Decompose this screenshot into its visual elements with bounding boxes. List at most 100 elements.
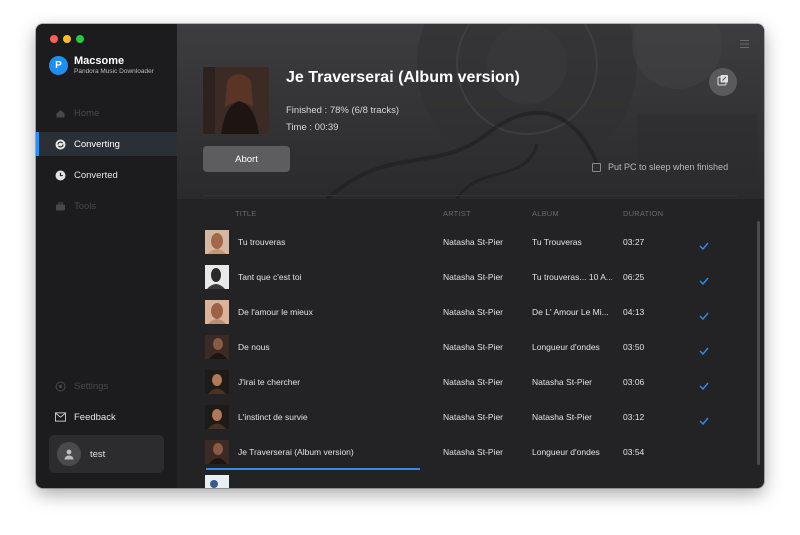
converting-icon xyxy=(55,139,66,150)
sidebar-item-tools[interactable]: Tools xyxy=(36,194,177,218)
menu-icon[interactable] xyxy=(740,35,749,53)
now-converting-header: Je Traverserai (Album version) Finished … xyxy=(177,24,764,199)
track-thumbnail xyxy=(205,440,229,464)
abort-button[interactable]: Abort xyxy=(203,146,290,172)
track-thumbnail xyxy=(205,230,229,254)
sidebar: P Macsome Pandora Music Downloader Home … xyxy=(36,24,177,488)
user-name: test xyxy=(90,448,106,460)
checkmark-icon xyxy=(699,412,709,430)
table-row-converting[interactable]: Je Traverserai (Album version) Natasha S… xyxy=(177,435,764,470)
track-duration: 03:50 xyxy=(623,342,645,352)
track-duration: 03:54 xyxy=(623,447,645,457)
track-album: Longueur d'ondes xyxy=(532,447,600,457)
home-icon xyxy=(55,108,66,119)
checkmark-icon xyxy=(699,307,709,325)
track-thumbnail xyxy=(205,265,229,289)
track-album: De L' Amour Le Mi... xyxy=(532,307,609,317)
track-album: Longueur d'ondes xyxy=(532,342,600,352)
checkmark-icon xyxy=(699,237,709,255)
progress-status-text: Finished : 78% (6/8 tracks) xyxy=(286,105,399,116)
gear-icon xyxy=(55,381,66,392)
track-title: J'irai te chercher xyxy=(238,377,301,387)
sidebar-item-label: Tools xyxy=(74,200,97,212)
table-scrollbar[interactable] xyxy=(757,221,760,465)
table-row[interactable]: Tu trouveras Natasha St-Pier Tu Trouvera… xyxy=(177,225,764,260)
track-duration: 04:13 xyxy=(623,307,645,317)
sidebar-item-home[interactable]: Home xyxy=(36,101,177,125)
app-logo-icon: P xyxy=(49,56,68,76)
minimize-window-button[interactable] xyxy=(63,35,71,43)
table-row[interactable]: Tant que c'est toi Natasha St-Pier Tu tr… xyxy=(177,260,764,295)
sidebar-item-label: Converted xyxy=(74,169,118,181)
checkmark-icon xyxy=(699,377,709,395)
close-window-button[interactable] xyxy=(50,35,58,43)
sleep-label: Put PC to sleep when finished xyxy=(608,162,729,172)
current-track-title: Je Traverserai (Album version) xyxy=(286,69,520,86)
table-row[interactable]: De l'amour le mieux Natasha St-Pier De L… xyxy=(177,295,764,330)
app-window: P Macsome Pandora Music Downloader Home … xyxy=(36,24,764,488)
track-album: Natasha St-Pier xyxy=(532,412,592,422)
column-header-title: TITLE xyxy=(235,209,257,218)
app-name: Macsome xyxy=(74,55,125,67)
sidebar-item-feedback[interactable]: Feedback xyxy=(36,405,177,429)
window-controls xyxy=(50,35,84,43)
track-title: De l'amour le mieux xyxy=(238,307,313,317)
mail-icon xyxy=(55,412,66,423)
sleep-option[interactable]: Put PC to sleep when finished xyxy=(592,162,728,172)
track-artist: Natasha St-Pier xyxy=(443,307,503,317)
sidebar-item-label: Feedback xyxy=(74,411,116,423)
track-artist: Natasha St-Pier xyxy=(443,237,503,247)
track-thumbnail xyxy=(205,335,229,359)
track-artist: Natasha St-Pier xyxy=(443,272,503,282)
toolbox-icon xyxy=(55,201,66,212)
album-cover xyxy=(203,67,269,134)
checkmark-icon xyxy=(699,272,709,290)
brand: P Macsome Pandora Music Downloader xyxy=(49,56,154,76)
track-artist: Natasha St-Pier xyxy=(443,447,503,457)
main-panel: Je Traverserai (Album version) Finished … xyxy=(177,24,764,488)
table-row[interactable]: L'instinct de survie Natasha St-Pier Nat… xyxy=(177,400,764,435)
track-thumbnail xyxy=(205,300,229,324)
checkmark-icon xyxy=(699,342,709,360)
track-thumbnail xyxy=(205,370,229,394)
sidebar-item-converting[interactable]: Converting xyxy=(36,132,177,156)
track-title: Tant que c'est toi xyxy=(238,272,302,282)
column-header-album: ALBUM xyxy=(532,209,559,218)
track-artist: Natasha St-Pier xyxy=(443,377,503,387)
track-thumbnail xyxy=(205,475,229,488)
table-row[interactable]: De nous Natasha St-Pier Longueur d'ondes… xyxy=(177,330,764,365)
track-title: Tu trouveras xyxy=(238,237,286,247)
table-row[interactable] xyxy=(177,470,764,488)
column-header-artist: ARTIST xyxy=(443,209,471,218)
track-duration: 03:12 xyxy=(623,412,645,422)
table-row[interactable]: J'irai te chercher Natasha St-Pier Natas… xyxy=(177,365,764,400)
app-subtitle: Pandora Music Downloader xyxy=(74,68,154,75)
track-artist: Natasha St-Pier xyxy=(443,412,503,422)
sleep-checkbox[interactable] xyxy=(592,162,601,172)
track-album: Tu trouveras... 10 A... xyxy=(532,272,612,282)
track-artist: Natasha St-Pier xyxy=(443,342,503,352)
folder-icon xyxy=(717,73,729,91)
track-duration: 03:06 xyxy=(623,377,645,387)
track-title: Je Traverserai (Album version) xyxy=(238,447,354,457)
maximize-window-button[interactable] xyxy=(76,35,84,43)
sidebar-item-label: Settings xyxy=(74,380,109,392)
open-output-folder-button[interactable] xyxy=(709,68,737,96)
track-duration: 03:27 xyxy=(623,237,645,247)
track-duration: 06:25 xyxy=(623,272,645,282)
elapsed-time-text: Time : 00:39 xyxy=(286,122,339,133)
track-thumbnail xyxy=(205,405,229,429)
user-account-card[interactable]: test xyxy=(49,435,164,473)
divider xyxy=(203,195,737,196)
sidebar-item-converted[interactable]: Converted xyxy=(36,163,177,187)
sidebar-item-settings[interactable]: Settings xyxy=(36,374,177,398)
clock-icon xyxy=(55,170,66,181)
track-title: L'instinct de survie xyxy=(238,412,308,422)
track-album: Natasha St-Pier xyxy=(532,377,592,387)
column-header-duration: DURATION xyxy=(623,209,664,218)
sidebar-item-label: Converting xyxy=(74,138,120,150)
avatar-icon xyxy=(57,442,81,466)
sidebar-item-label: Home xyxy=(74,107,100,119)
track-title: De nous xyxy=(238,342,270,352)
track-album: Tu Trouveras xyxy=(532,237,582,247)
